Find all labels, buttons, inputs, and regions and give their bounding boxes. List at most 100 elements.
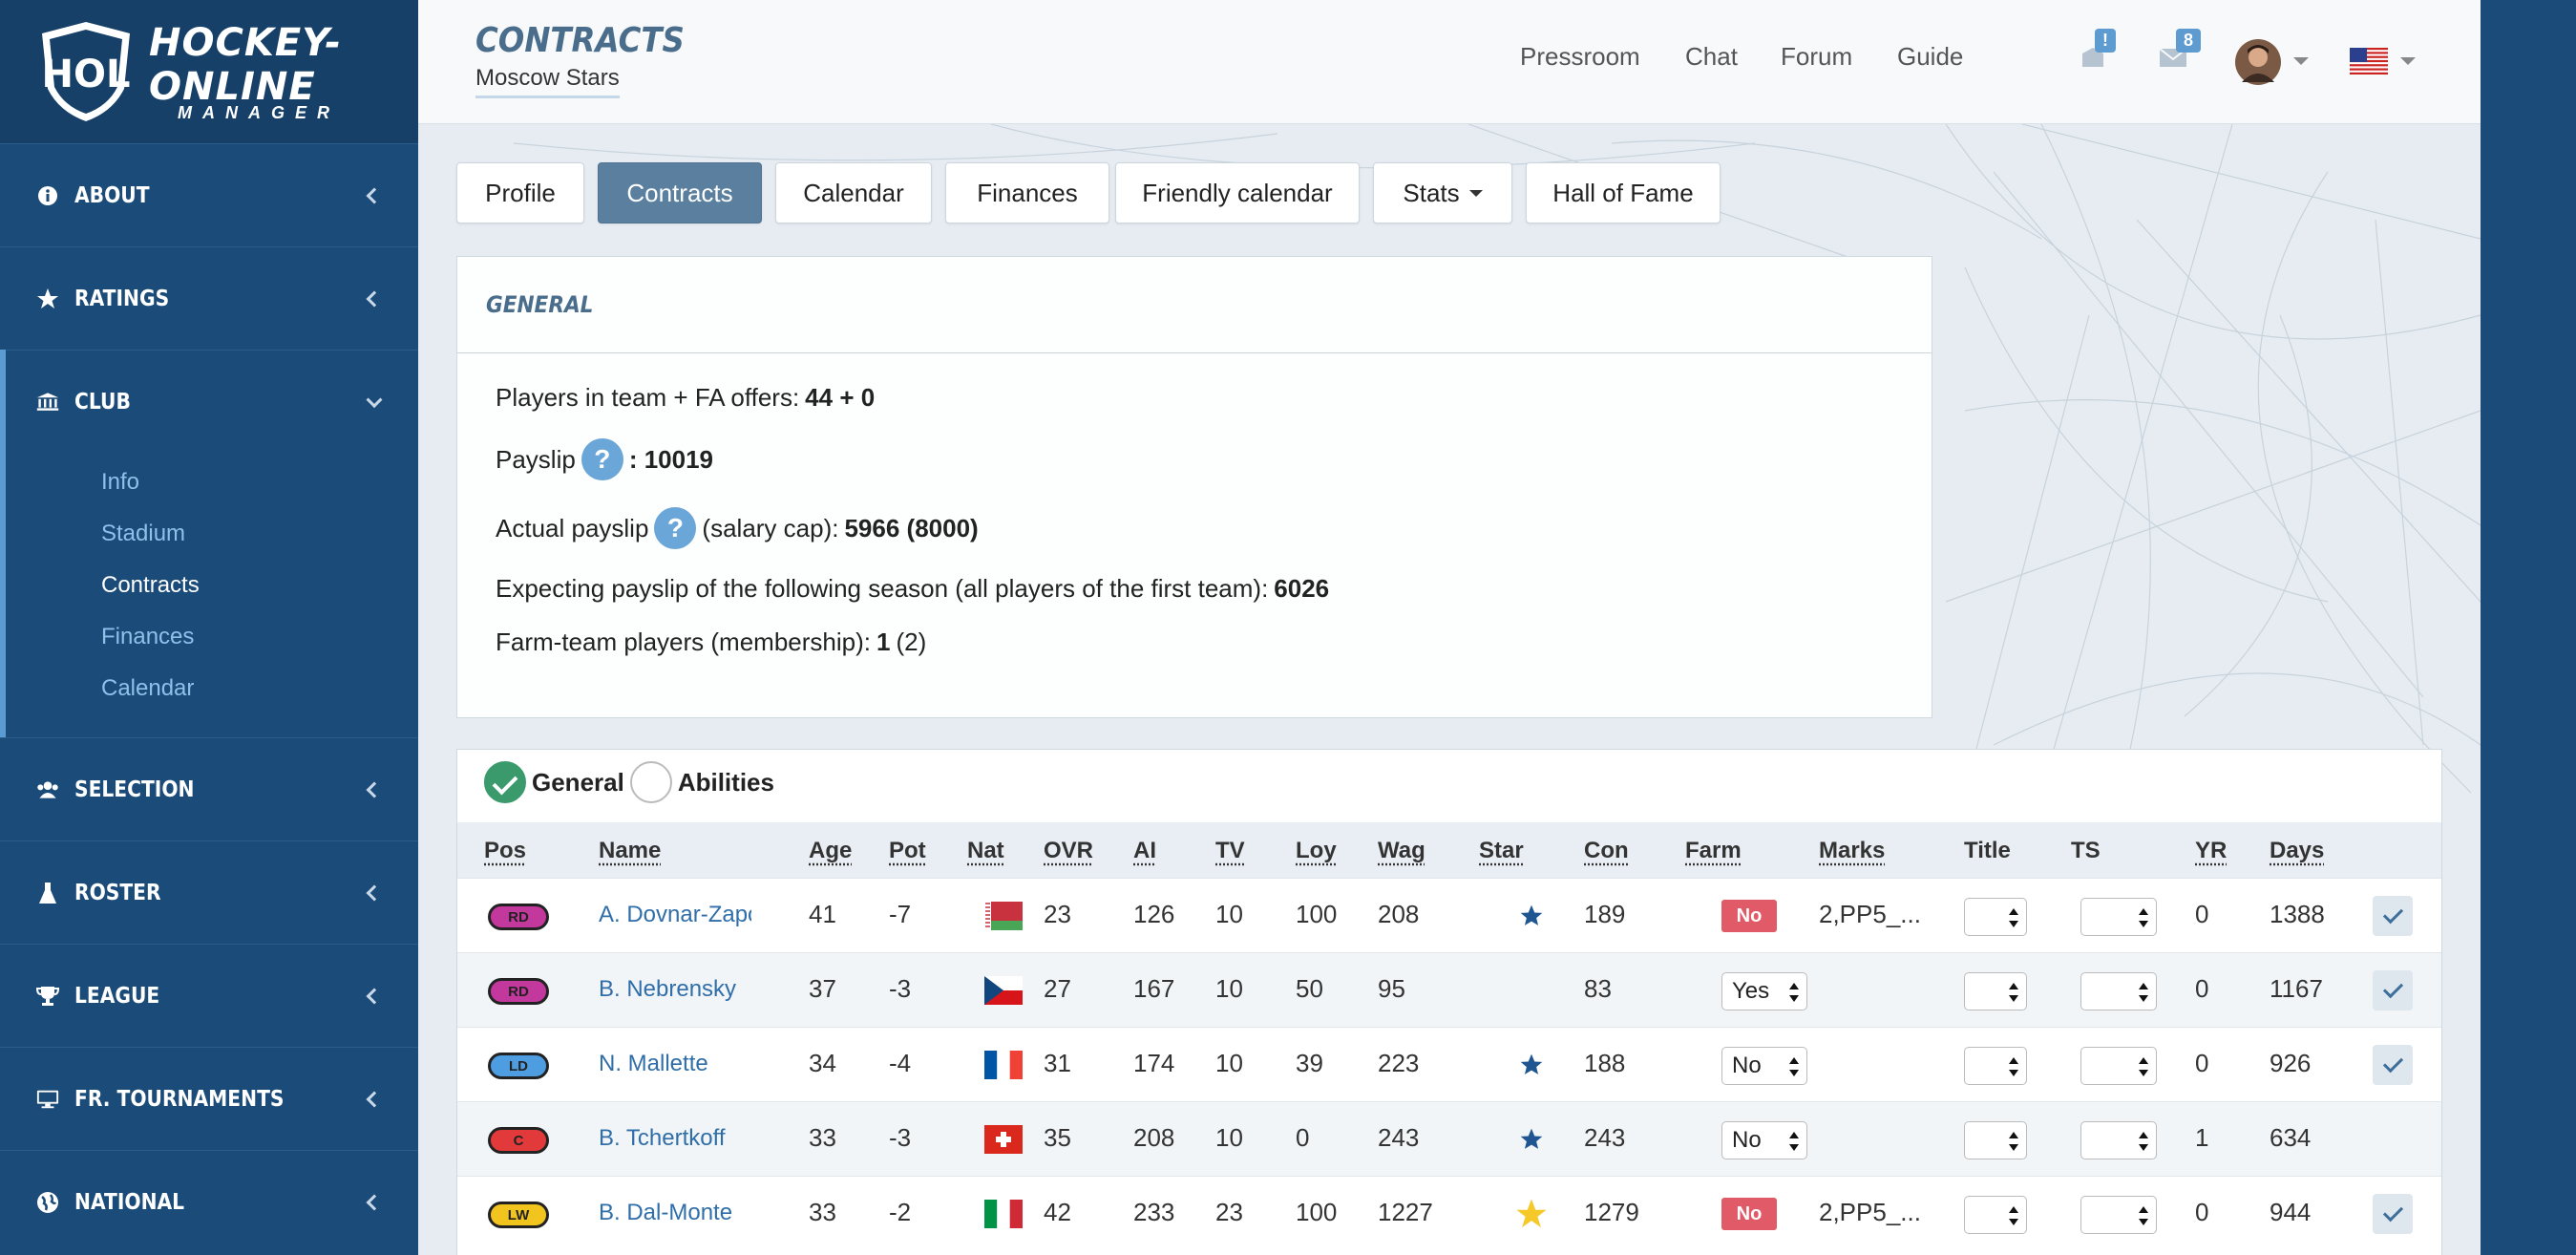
ts-select[interactable] (2080, 1047, 2157, 1085)
cell-wag: 95 (1378, 974, 1405, 1003)
col-star[interactable]: Star (1479, 838, 1524, 864)
farm-select[interactable]: No (1721, 1121, 1807, 1159)
subnav-item-stadium[interactable]: Stadium (101, 508, 418, 560)
abilities-radio-label[interactable]: Abilities (678, 768, 774, 798)
confirm-check-button[interactable] (2373, 896, 2413, 936)
cell-days: 926 (2270, 1049, 2312, 1077)
sidebar-item-label: SELECTION (74, 776, 195, 802)
abilities-radio[interactable] (629, 761, 672, 803)
avatar-caret-icon[interactable] (2293, 57, 2309, 65)
col-nat[interactable]: Nat (967, 838, 1004, 864)
notifications-icon[interactable]: ! (2080, 29, 2116, 75)
nav-pressroom[interactable]: Pressroom (1520, 42, 1640, 72)
nav-chat[interactable]: Chat (1685, 42, 1738, 72)
confirm-check-button[interactable] (2373, 970, 2413, 1010)
ts-select[interactable] (2080, 972, 2157, 1010)
language-caret-icon[interactable] (2400, 57, 2416, 65)
tab-calendar[interactable]: Calendar (775, 162, 932, 223)
col-loy[interactable]: Loy (1296, 838, 1337, 864)
title-select[interactable] (1964, 1196, 2027, 1234)
col-pot[interactable]: Pot (889, 838, 926, 864)
divider (457, 352, 1932, 353)
ts-select[interactable] (2080, 898, 2157, 936)
table-row: C B. Tchertkoff 33 -3 35 208 10 0 243 243 1 634 No (457, 1101, 2441, 1176)
sidebar-item-national[interactable]: NATIONAL (0, 1150, 418, 1253)
player-name-link[interactable]: B. Dal-Monte (599, 1200, 751, 1226)
col-ovr[interactable]: OVR (1044, 838, 1093, 864)
confirm-check-button[interactable] (2373, 1194, 2413, 1234)
cell-tv: 10 (1215, 900, 1243, 928)
sidebar-item-ratings[interactable]: RATINGS (0, 246, 418, 350)
monitor-icon (36, 1088, 59, 1111)
position-badge: RD (488, 978, 549, 1005)
player-name-link[interactable]: B. Tchertkoff (599, 1125, 751, 1152)
sidebar-item-club[interactable]: CLUB (6, 350, 418, 453)
col-pos[interactable]: Pos (484, 838, 526, 864)
help-icon[interactable]: ? (581, 438, 623, 480)
subnav-item-contracts[interactable]: Contracts (101, 560, 418, 611)
cell-loy: 100 (1296, 900, 1338, 928)
cell-days: 944 (2270, 1198, 2312, 1226)
sidebar-item-about[interactable]: ABOUT (0, 143, 418, 246)
cell-con: 243 (1584, 1123, 1626, 1152)
player-name-link[interactable]: A. Dovnar-Zapo (599, 902, 751, 928)
col-days[interactable]: Days (2270, 838, 2324, 864)
help-icon[interactable]: ? (654, 507, 697, 549)
ts-select[interactable] (2080, 1196, 2157, 1234)
sidebar-item-fr-tournaments[interactable]: FR. TOURNAMENTS (0, 1047, 418, 1150)
ts-select[interactable] (2080, 1121, 2157, 1159)
title-select[interactable] (1964, 972, 2027, 1010)
col-yr[interactable]: YR (2195, 838, 2227, 864)
subnav-item-info[interactable]: Info (101, 457, 418, 508)
col-con[interactable]: Con (1584, 838, 1629, 864)
sidebar-item-selection[interactable]: SELECTION (0, 737, 418, 840)
col-marks[interactable]: Marks (1819, 838, 1885, 864)
nav-guide[interactable]: Guide (1897, 42, 1963, 72)
nav-forum[interactable]: Forum (1781, 42, 1852, 72)
tab-stats[interactable]: Stats (1373, 162, 1512, 223)
cell-tv: 10 (1215, 974, 1243, 1003)
confirm-check-button[interactable] (2373, 1045, 2413, 1085)
col-farm[interactable]: Farm (1685, 838, 1742, 864)
col-ai[interactable]: AI (1133, 838, 1156, 864)
nationality-flag-icon (984, 1200, 1023, 1228)
sidebar-item-roster[interactable]: ROSTER (0, 840, 418, 944)
player-name-link[interactable]: B. Nebrensky (599, 976, 751, 1003)
tab-hall-of-fame[interactable]: Hall of Fame (1526, 162, 1721, 223)
col-wag[interactable]: Wag (1378, 838, 1425, 864)
title-select[interactable] (1964, 898, 2027, 936)
general-radio[interactable] (484, 761, 526, 803)
tab-finances[interactable]: Finances (945, 162, 1109, 223)
sidebar: HOL HOCKEY-ONLINE MANAGER ABOUT RATINGS … (0, 0, 418, 1255)
col-age[interactable]: Age (809, 838, 852, 864)
tab-profile[interactable]: Profile (456, 162, 584, 223)
cell-age: 34 (809, 1049, 836, 1077)
title-select[interactable] (1964, 1121, 2027, 1159)
mail-icon[interactable]: 8 (2159, 29, 2202, 74)
farm-select[interactable]: No (1721, 1047, 1807, 1085)
col-tv[interactable]: TV (1215, 838, 1245, 864)
right-margin (2481, 0, 2576, 1255)
logo[interactable]: HOL HOCKEY-ONLINE MANAGER (0, 0, 418, 143)
star-icon (1515, 1049, 1548, 1081)
tab-friendly-calendar[interactable]: Friendly calendar (1115, 162, 1360, 223)
sidebar-item-league[interactable]: LEAGUE (0, 944, 418, 1047)
avatar[interactable] (2234, 38, 2282, 91)
general-radio-label[interactable]: General (532, 768, 624, 798)
subnav-item-finances[interactable]: Finances (101, 611, 418, 663)
farm-select[interactable]: Yes (1721, 972, 1807, 1010)
subnav-item-calendar[interactable]: Calendar (101, 663, 418, 714)
contracts-table-panel: General Abilities Pos Name Age Pot Nat O… (456, 749, 2442, 1255)
cell-age: 37 (809, 974, 836, 1003)
sidebar-item-label: ROSTER (74, 880, 161, 905)
col-name[interactable]: Name (599, 838, 661, 864)
cell-ai: 233 (1133, 1198, 1175, 1226)
chevron-left-icon (366, 187, 383, 203)
general-panel: GENERAL Players in team + FA offers: 44 +… (456, 256, 1932, 718)
title-select[interactable] (1964, 1047, 2027, 1085)
us-flag-icon[interactable] (2350, 48, 2388, 79)
cell-pot: -3 (889, 974, 912, 1003)
team-name[interactable]: Moscow Stars (475, 65, 620, 98)
player-name-link[interactable]: N. Mallette (599, 1051, 751, 1077)
tab-contracts[interactable]: Contracts (598, 162, 762, 223)
